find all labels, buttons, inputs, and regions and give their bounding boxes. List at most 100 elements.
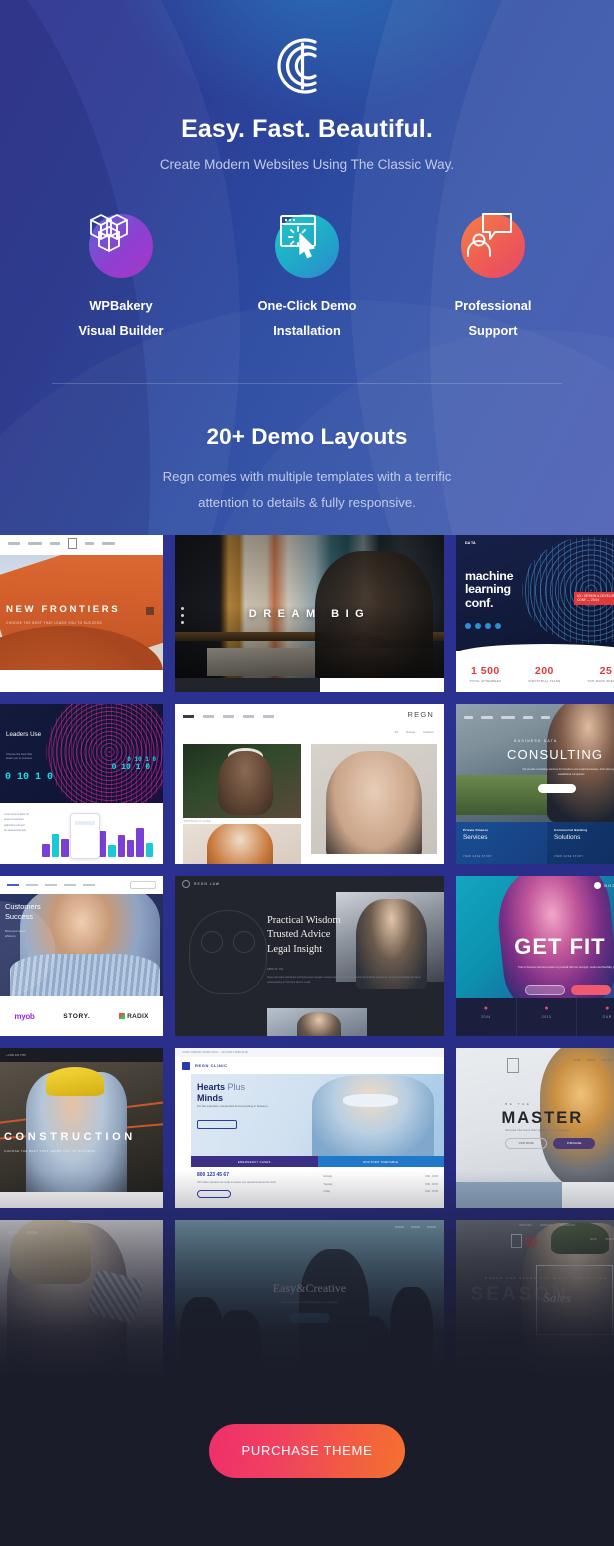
thumb-paragraph: Choose the best that leads you to succes… [281,1300,338,1304]
support-chat-icon [467,213,512,257]
tab-timetable: DOCTORS TIMETABLE [317,1156,444,1167]
thumb-paragraph: Boost your team's efficiency [5,930,26,938]
thumb-title: CONSTRUCTION [4,1131,136,1144]
crest-icon [182,880,190,888]
demo-thumb-medical-clinic[interactable]: CLINIC OPENING HOURS: MON — SAT FIND A S… [175,1048,444,1208]
thumb-nav-secondary: SHOPABOUTPAGES [589,1237,614,1241]
section-subtitle-line2: attention to details & fully responsive. [198,495,416,511]
pin-icon: ● [483,1004,488,1012]
thumb-nav [395,1226,436,1228]
feature-label-line2: Support [468,322,518,338]
clinic-mark-icon [182,1061,190,1070]
footer-section: PURCHASE THEME [0,1380,614,1546]
thumb-caption: PORTFOLIO CASE [184,820,211,823]
thumb-paragraph: Regn Law helps individuals and businesse… [267,976,421,984]
thumb-kicker: BE THE [505,1102,532,1107]
stat-item: 200 INDUSTRIAL TALKS [528,665,561,684]
thumb-tabs: EMERGENCY CASES DOCTORS TIMETABLE [191,1156,444,1167]
feature-icon-circle-purple [89,214,153,278]
thumb-logo-icon [506,1057,519,1073]
demo-thumb-easy-creative[interactable]: Easy&Creative Choose the best that leads… [175,1220,444,1380]
thumb-phone-mockup [70,813,101,860]
demo-thumb-construction[interactable]: +1 800 123 7766 CONSTRUCTION CHOOSE THE … [0,1048,163,1208]
thumb-logo-icon [510,1234,522,1249]
thumb-title: Customers Success [5,902,41,921]
thumb-filters: All Design Fashion [394,730,434,734]
thumb-subtitle: CHOOSE THE BEST THAT LEADS YOU TO SUCCES… [6,621,102,626]
thumb-social-icons [181,607,184,628]
thumb-badge: UX / DESIGN & DEVELOPMENT CONF — 23.04 [574,591,614,605]
section-subtitle-line1: Regn comes with multiple templates with … [162,469,452,485]
thumb-nav: REGN LAW [175,876,444,892]
promo-page: Easy. Fast. Beautiful. Create Modern Web… [0,0,614,1546]
thumb-square-button [146,607,154,616]
demo-thumb-dream-big[interactable]: DREAM BIG [175,535,444,692]
feature-professional-support[interactable]: Professional Support [431,213,555,343]
thumb-binary-digits: 0 10 1 0 0 10 1 0 0 10 1 0 [5,755,156,783]
request-button [197,1189,231,1198]
demo-grid-section: NEW FRONTIERS CHOOSE THE BEST THAT LEADS… [0,535,614,1380]
feature-label-line1: WPBakery [89,298,153,313]
thumb-stats: ● 2004 ● 2013 ● OUR [456,997,614,1036]
feature-icon-circle-orange [461,213,525,278]
thumb-nav: +1 800 123 7766 [0,1048,163,1062]
demo-thumb-be-the-master[interactable]: HOMEABOUTPROJECTCONTACT BE THE MASTER Ch… [456,1048,614,1208]
regn-c-logo-icon [277,38,317,94]
thumb-title: GET FIT [514,933,606,959]
tab-emergency: EMERGENCY CASES [191,1156,318,1167]
thumb-title: NEW FRONTIERS [6,604,121,616]
stat-item: 1 500 TOTAL ATTENDEES [469,665,502,684]
clock-icon: ● [544,1004,549,1012]
thumb-title: Hearts Plus Minds [197,1082,246,1104]
hero-section: Easy. Fast. Beautiful. Create Modern Web… [0,0,614,535]
thumb-nav: WATCHES JEWELRY LOOKBOOK [519,1224,575,1227]
thumb-nav [0,535,163,551]
demo-thumb-bodyfit[interactable]: BODYFIT GET FIT Train to become the best… [456,876,614,1036]
feature-wpbakery[interactable]: WPBakery Visual Builder [59,214,183,343]
feature-one-click-demo[interactable]: One-Click Demo Installation [245,214,369,343]
thumb-logo-row: myob STORY. RADIX [0,996,163,1036]
cubes-icon [90,214,128,252]
thumb-cta-button [197,1120,237,1129]
thumb-kicker: BUSINESS DATA [514,739,558,744]
demo-thumb-data-analytics[interactable]: Leaders Use Choose the best that leads yo… [0,704,163,864]
timetable-panel: Monday 9:00 - 18:00 Tuesday 9:00 - 18:00 F… [323,1175,439,1194]
thumb-title: Leaders Use [6,730,42,738]
demo-thumb-shop-sales[interactable]: WATCHESJEWELRYLOOKBOOK SHOPABOUTPAGES CH… [456,1220,614,1380]
thumb-cta-button [537,784,576,793]
feature-label-line1: One-Click Demo [257,298,357,313]
demo-thumb-consulting[interactable]: BUSINESS DATA CONSULTING We provide cons… [456,704,614,864]
thumb-buttons: VIEW MORE PURCHASE [505,1137,596,1149]
consulting-column-2: Commercial Banking Solutions VIEW CASE S… [547,822,614,864]
thumb-nav [183,715,274,718]
thumb-nav [0,1224,163,1240]
purchase-theme-button[interactable]: PURCHASE THEME [208,1424,406,1478]
thumb-brand: BODYFIT [594,882,614,889]
thumb-nav: HOMEABOUTPROJECTCONTACT [572,1059,614,1063]
thumb-title: DREAM BIG [248,607,371,620]
thumb-paragraph: We provide consulting services for found… [522,768,614,776]
demo-thumb-law-firm[interactable]: REGN LAW Practical Wisdom Trusted Advice… [175,876,444,1036]
thumb-social-icons [465,622,501,629]
demo-thumb-saas[interactable]: Customers Success Boost your team's effic… [0,876,163,1036]
portfolio-item [311,744,437,854]
radix-mark-icon [119,1013,126,1019]
thumb-nav [456,709,614,725]
demo-thumb-fashion[interactable] [0,1220,163,1380]
bodyfit-mark-icon [594,882,602,889]
demo-thumb-regn-portfolio[interactable]: REGN All Design Fashion PORTFOLIO CASE [175,704,444,864]
thumb-title: Practical Wisdom Trusted Advice Legal In… [267,915,341,955]
thumb-kicker: CHECK THE STORE FOR MORE INSPIRATION [485,1276,608,1280]
demo-thumb-machine-learning-conf[interactable]: DA TA machine learning conf. UX / DESIGN… [456,535,614,692]
browser-click-icon [280,215,316,259]
section-title: 20+ Demo Layouts [206,424,408,450]
thumb-stats: 1 500 TOTAL ATTENDEES 200 INDUSTRIAL TAL… [456,665,614,683]
thumb-topbar: CLINIC OPENING HOURS: MON — SAT FIND A S… [175,1048,444,1057]
feature-label-line1: Professional [454,298,532,313]
demo-thumb-new-frontiers[interactable]: NEW FRONTIERS CHOOSE THE BEST THAT LEADS… [0,535,163,692]
thumb-photo [336,892,444,989]
page-subtitle: Create Modern Websites Using The Classic… [159,157,455,172]
owl-logo-icon [189,910,267,994]
feature-label-line2: Visual Builder [78,322,164,338]
thumb-nav [0,876,163,894]
